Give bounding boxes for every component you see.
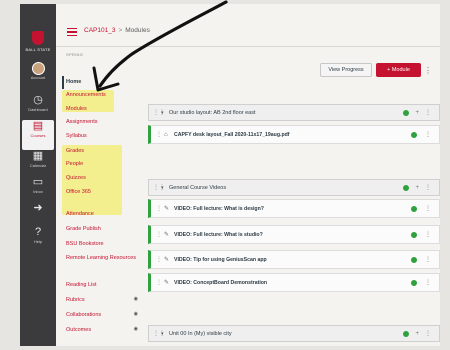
annotation-arrow-icon [92,0,228,92]
